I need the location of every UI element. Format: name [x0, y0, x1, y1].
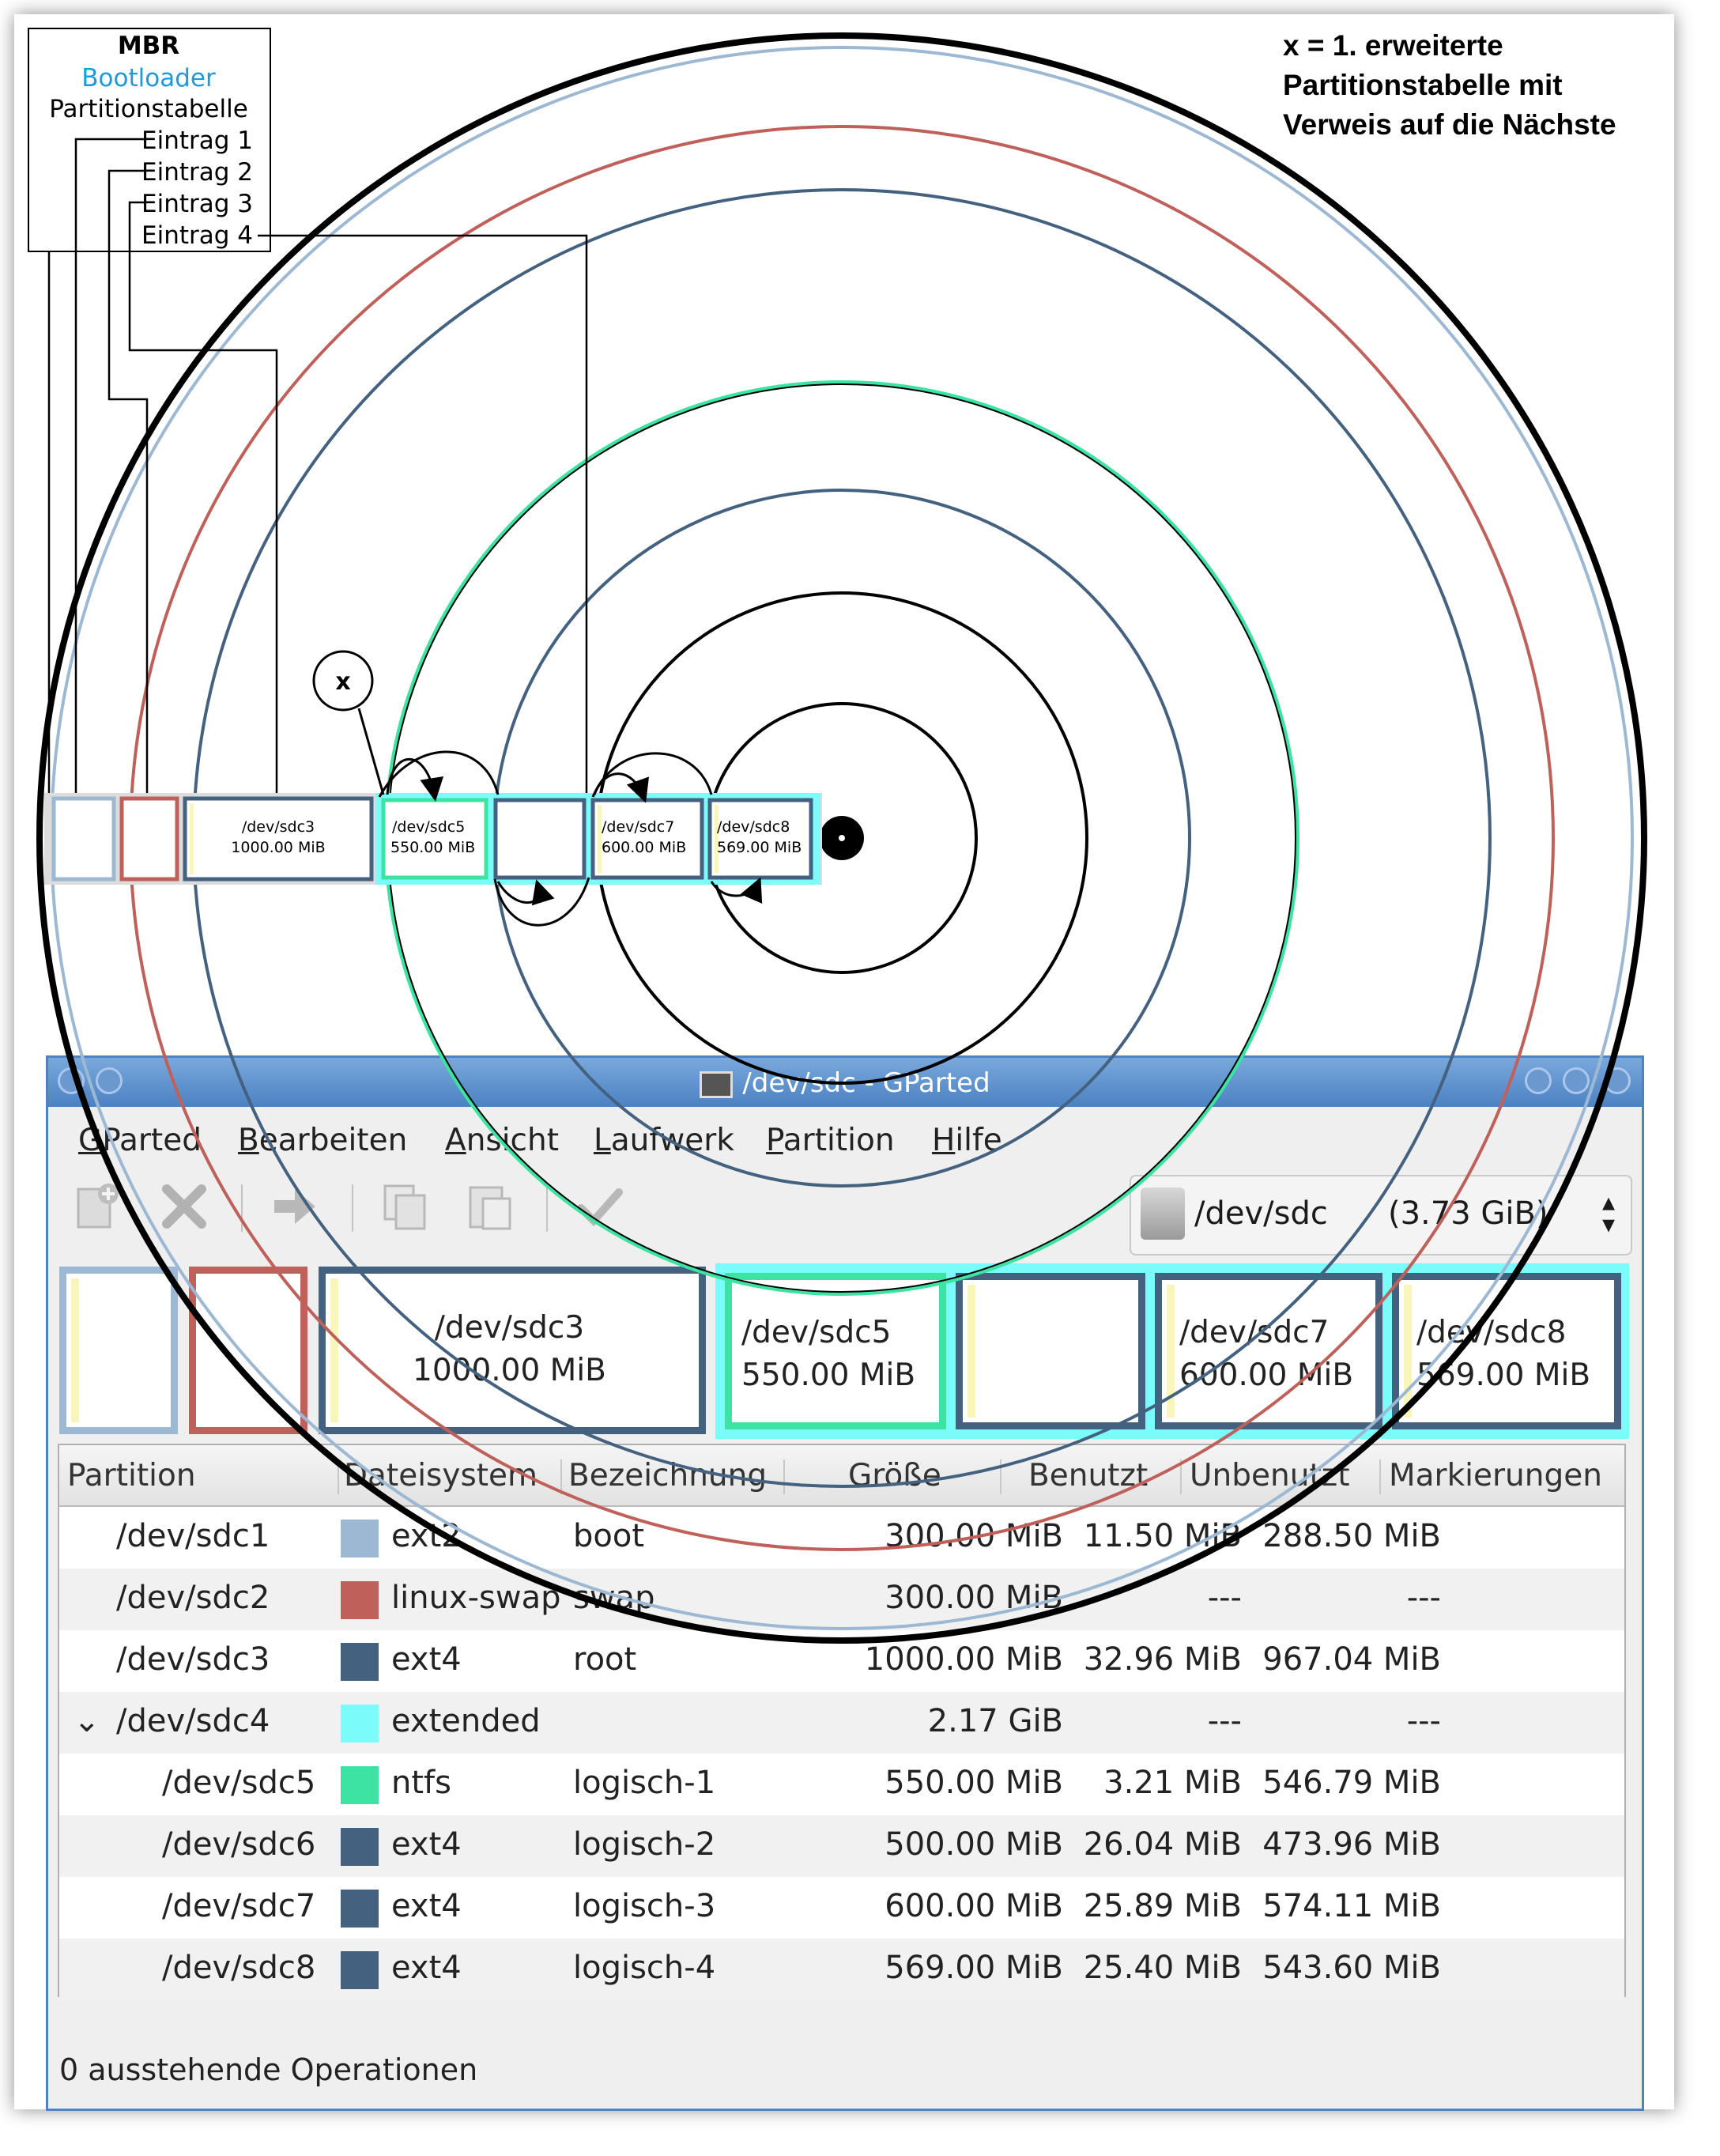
legend-line-1: x = 1. erweiterte [1283, 29, 1503, 62]
strip-sdc3-name: /dev/sdc3 [242, 818, 315, 836]
x-marker-pointer [357, 708, 385, 795]
mbr-partition-table: Partitionstabelle [49, 95, 248, 123]
mbr-entry-1: Eintrag 1 [141, 126, 253, 155]
strip-sdc7-name: /dev/sdc7 [602, 818, 674, 836]
x-marker-label: x [335, 668, 350, 696]
legend-line-3: Verweis auf die Nächste [1283, 108, 1616, 141]
strip-sdc7-size: 600.00 MiB [602, 839, 686, 856]
mbr-bootloader: Bootloader [81, 64, 216, 93]
mbr-title: MBR [118, 32, 179, 60]
mbr-entry-2: Eintrag 2 [141, 158, 253, 187]
mbr-entry-4: Eintrag 4 [141, 221, 253, 250]
arrow-ebr1-to-ebr2 [378, 750, 500, 798]
strip-sdc5-name: /dev/sdc5 [392, 818, 465, 836]
used-bar [190, 803, 194, 874]
strip-sdc3-size: 1000.00 MiB [231, 839, 325, 856]
strip-sdc5-size: 550.00 MiB [390, 839, 475, 856]
strip-sdc2 [119, 796, 179, 882]
arrow-ebr2-to-ebr3 [493, 877, 590, 927]
strip-sdc8-name: /dev/sdc8 [717, 818, 790, 836]
legend-line-2: Partitionstabelle mit [1283, 69, 1563, 101]
spindle-dot [839, 835, 845, 841]
entry-4-connector [258, 234, 588, 800]
strip-sdc8-size: 569.00 MiB [717, 839, 802, 856]
mbr-entry-3: Eintrag 3 [141, 190, 253, 218]
strip-sdc1 [51, 796, 116, 882]
strip-sdc6 [493, 798, 587, 880]
partition-diagram: MBR Bootloader Partitionstabelle Eintrag… [28, 28, 1647, 1644]
